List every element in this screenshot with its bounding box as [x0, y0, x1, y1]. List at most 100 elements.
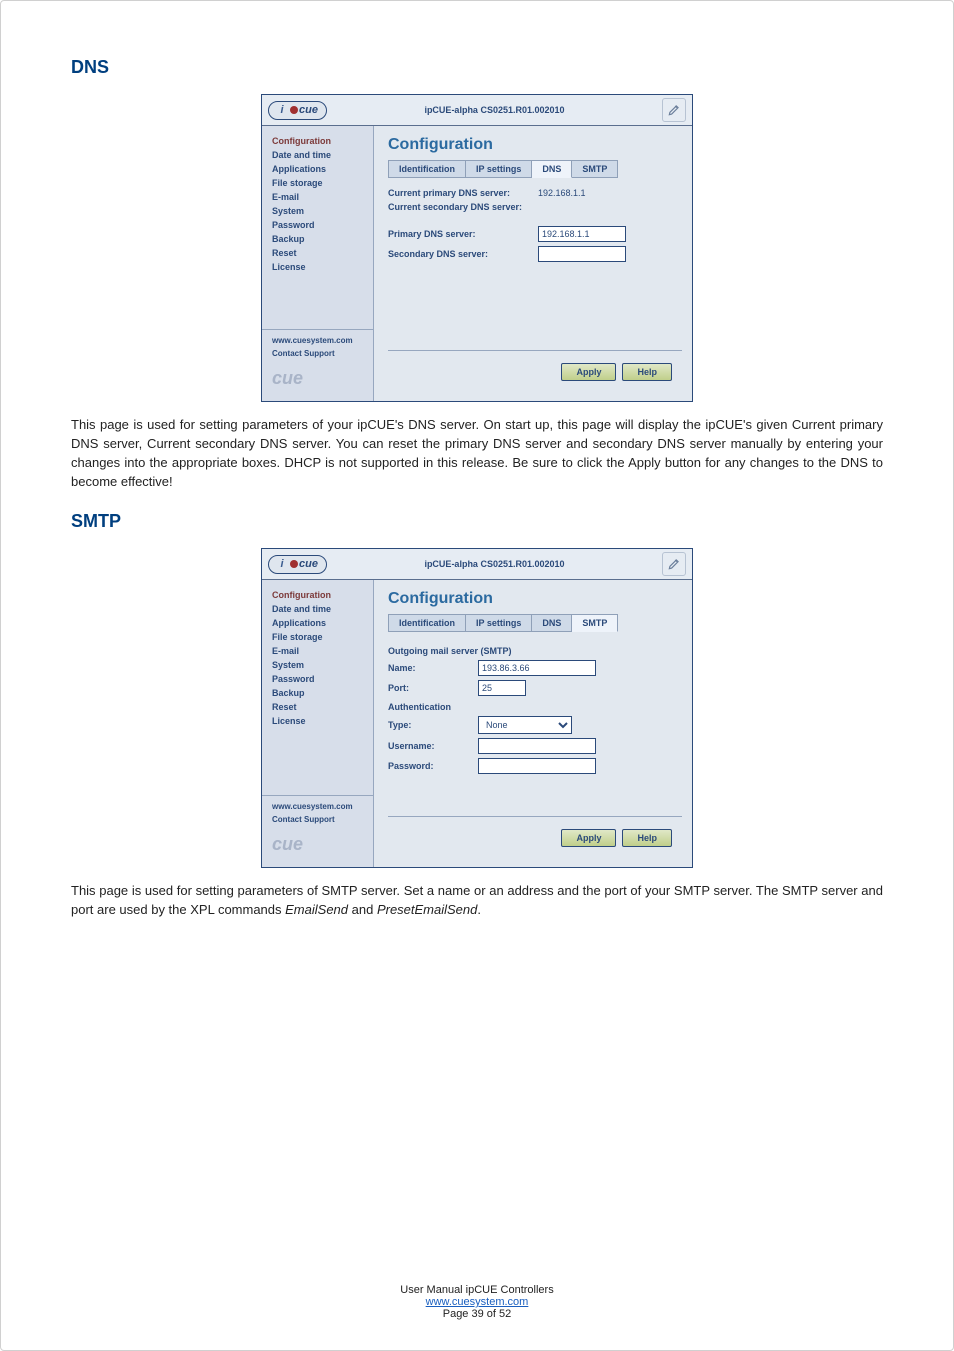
smtp-username-input[interactable] — [478, 738, 596, 754]
logo-dot-icon — [290, 560, 298, 568]
smtp-username-label: Username: — [388, 741, 478, 751]
dns-panel: i cue ipCUE-alpha CS0251.R01.002010 Conf… — [261, 94, 693, 402]
sidebar-item-password[interactable]: Password — [262, 218, 373, 232]
apply-button[interactable]: Apply — [561, 829, 616, 847]
sidebar-item-system[interactable]: System — [262, 204, 373, 218]
smtp-heading: SMTP — [71, 511, 883, 532]
logo-letter-i: i — [275, 103, 289, 117]
logo-text: cue — [299, 558, 318, 570]
sidebar-brand: cue — [262, 360, 373, 397]
sidebar: Configuration Date and time Applications… — [262, 580, 374, 867]
content-title: Configuration — [388, 590, 682, 608]
smtp-password-label: Password: — [388, 761, 478, 771]
smtp-actions: Apply Help — [388, 821, 682, 857]
footer-link[interactable]: www.cuesystem.com — [426, 1296, 529, 1308]
sidebar-link-support[interactable]: Contact Support — [272, 815, 335, 824]
smtp-outgoing-section: Outgoing mail server (SMTP) — [388, 646, 682, 656]
smtp-name-label: Name: — [388, 663, 478, 673]
smtp-type-select[interactable]: None — [478, 716, 572, 734]
edit-button[interactable] — [662, 98, 686, 122]
logo-text: cue — [299, 104, 318, 116]
sidebar-link-support[interactable]: Contact Support — [272, 349, 335, 358]
sidebar-item-reset[interactable]: Reset — [262, 246, 373, 260]
sidebar-link-site[interactable]: www.cuesystem.com — [272, 802, 353, 811]
smtp-para-e: . — [477, 902, 481, 917]
tab-identification[interactable]: Identification — [388, 614, 466, 632]
panel-title: ipCUE-alpha CS0251.R01.002010 — [327, 559, 662, 569]
pencil-icon — [667, 103, 681, 117]
tab-dns[interactable]: DNS — [532, 160, 572, 178]
sidebar-item-file-storage[interactable]: File storage — [262, 176, 373, 190]
help-button[interactable]: Help — [622, 829, 672, 847]
smtp-name-input[interactable] — [478, 660, 596, 676]
smtp-password-input[interactable] — [478, 758, 596, 774]
dns-panel-wrap: i cue ipCUE-alpha CS0251.R01.002010 Conf… — [71, 94, 883, 402]
panel-header: i cue ipCUE-alpha CS0251.R01.002010 — [262, 95, 692, 126]
dns-actions: Apply Help — [388, 355, 682, 391]
sidebar-item-file-storage[interactable]: File storage — [262, 630, 373, 644]
sidebar-item-configuration[interactable]: Configuration — [262, 588, 373, 602]
tab-dns[interactable]: DNS — [532, 614, 572, 632]
sidebar-item-license[interactable]: License — [262, 714, 373, 728]
sidebar-item-applications[interactable]: Applications — [262, 162, 373, 176]
sidebar-item-password[interactable]: Password — [262, 672, 373, 686]
sidebar-brand: cue — [262, 826, 373, 863]
smtp-para-c: and — [348, 902, 377, 917]
sidebar-item-system[interactable]: System — [262, 658, 373, 672]
tab-smtp[interactable]: SMTP — [572, 614, 618, 632]
primary-dns-label: Primary DNS server: — [388, 229, 538, 239]
dns-form: Current primary DNS server: 192.168.1.1 … — [388, 188, 682, 262]
page-footer: User Manual ipCUE Controllers www.cuesys… — [71, 1266, 883, 1320]
dns-content: Configuration Identification IP settings… — [374, 126, 692, 401]
smtp-auth-form: Type: None Username: Password: — [388, 716, 682, 774]
pencil-icon — [667, 557, 681, 571]
sidebar-item-backup[interactable]: Backup — [262, 232, 373, 246]
panel-title: ipCUE-alpha CS0251.R01.002010 — [327, 105, 662, 115]
secondary-dns-input[interactable] — [538, 246, 626, 262]
config-tabs: Identification IP settings DNS SMTP — [388, 614, 682, 632]
sidebar-link-site[interactable]: www.cuesystem.com — [272, 336, 353, 345]
sidebar-item-configuration[interactable]: Configuration — [262, 134, 373, 148]
smtp-panel: i cue ipCUE-alpha CS0251.R01.002010 Conf… — [261, 548, 693, 868]
secondary-dns-label: Secondary DNS server: — [388, 249, 538, 259]
logo-dot-icon — [290, 106, 298, 114]
smtp-outgoing-form: Name: Port: — [388, 660, 682, 696]
smtp-auth-section: Authentication — [388, 702, 682, 712]
apply-button[interactable]: Apply — [561, 363, 616, 381]
smtp-panel-wrap: i cue ipCUE-alpha CS0251.R01.002010 Conf… — [71, 548, 883, 868]
current-primary-dns-value: 192.168.1.1 — [538, 188, 682, 198]
dns-paragraph: This page is used for setting parameters… — [71, 416, 883, 491]
ipcue-logo: i cue — [268, 555, 327, 574]
edit-button[interactable] — [662, 552, 686, 576]
current-primary-dns-label: Current primary DNS server: — [388, 188, 538, 198]
current-secondary-dns-label: Current secondary DNS server: — [388, 202, 538, 212]
sidebar-item-email[interactable]: E-mail — [262, 644, 373, 658]
sidebar-item-date-and-time[interactable]: Date and time — [262, 148, 373, 162]
sidebar-item-license[interactable]: License — [262, 260, 373, 274]
ipcue-logo: i cue — [268, 101, 327, 120]
smtp-port-label: Port: — [388, 683, 478, 693]
sidebar-item-reset[interactable]: Reset — [262, 700, 373, 714]
primary-dns-input[interactable] — [538, 226, 626, 242]
sidebar-item-backup[interactable]: Backup — [262, 686, 373, 700]
smtp-para-emailsend: EmailSend — [285, 902, 348, 917]
sidebar-item-date-and-time[interactable]: Date and time — [262, 602, 373, 616]
config-tabs: Identification IP settings DNS SMTP — [388, 160, 682, 178]
tab-ip-settings[interactable]: IP settings — [466, 614, 532, 632]
dns-heading: DNS — [71, 57, 883, 78]
smtp-port-input[interactable] — [478, 680, 526, 696]
sidebar-item-applications[interactable]: Applications — [262, 616, 373, 630]
sidebar: Configuration Date and time Applications… — [262, 126, 374, 401]
logo-letter-i: i — [275, 557, 289, 571]
tab-smtp[interactable]: SMTP — [572, 160, 618, 178]
panel-header: i cue ipCUE-alpha CS0251.R01.002010 — [262, 549, 692, 580]
smtp-para-presetemailsend: PresetEmailSend — [377, 902, 477, 917]
footer-line1: User Manual ipCUE Controllers — [71, 1284, 883, 1296]
sidebar-item-email[interactable]: E-mail — [262, 190, 373, 204]
smtp-content: Configuration Identification IP settings… — [374, 580, 692, 867]
tab-identification[interactable]: Identification — [388, 160, 466, 178]
tab-ip-settings[interactable]: IP settings — [466, 160, 532, 178]
footer-page: Page 39 of 52 — [71, 1308, 883, 1320]
smtp-type-label: Type: — [388, 720, 478, 730]
help-button[interactable]: Help — [622, 363, 672, 381]
